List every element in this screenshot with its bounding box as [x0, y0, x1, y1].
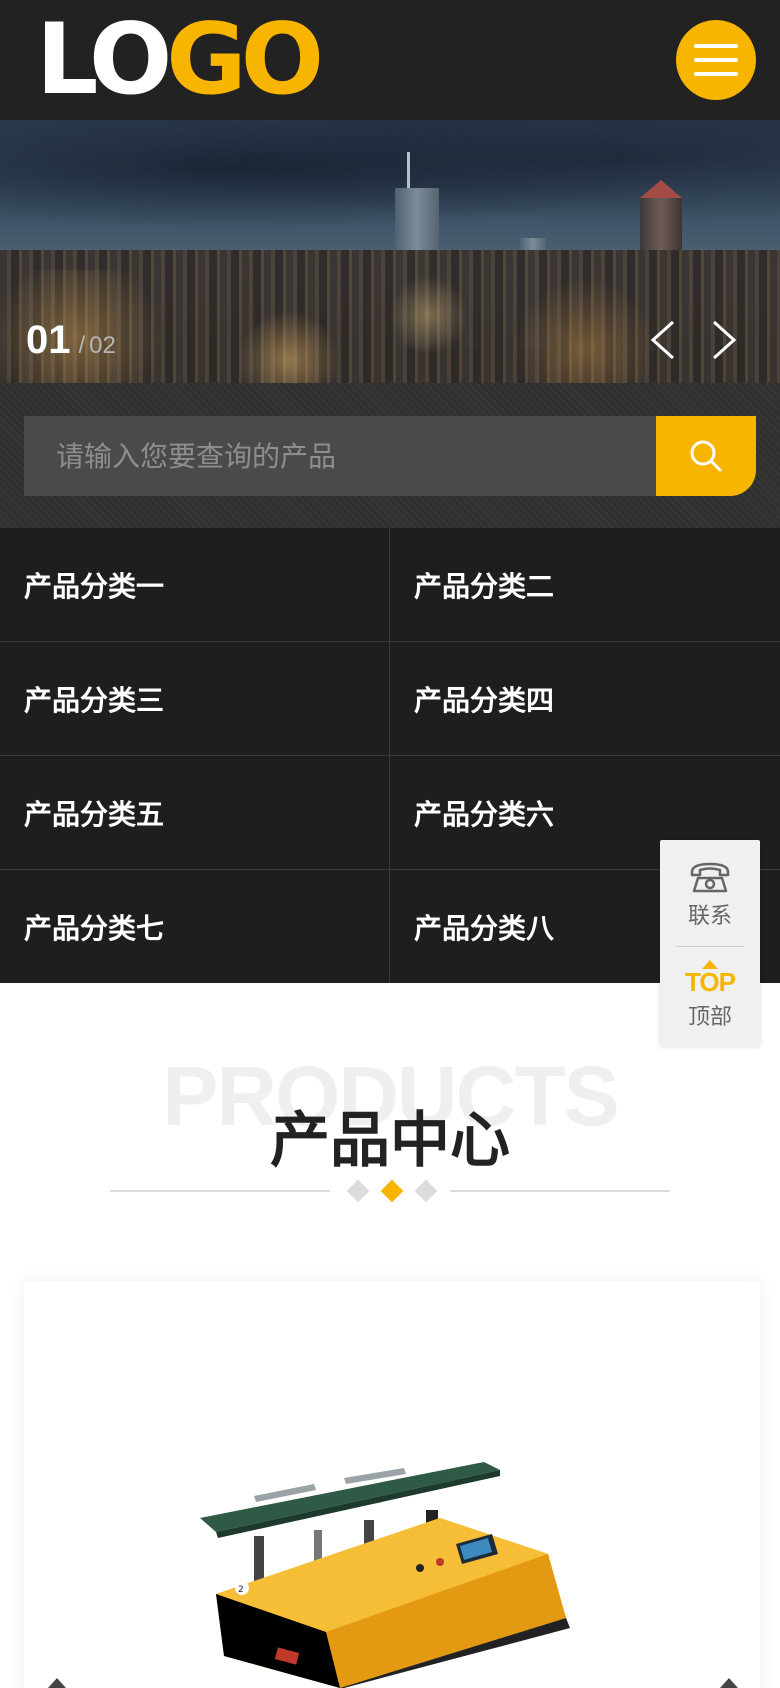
carousel-prev-icon[interactable]: [48, 1678, 66, 1688]
logo-part-1: LO: [36, 3, 172, 117]
category-item[interactable]: 产品分类五: [0, 756, 390, 870]
svg-text:2: 2: [238, 1585, 244, 1595]
category-item[interactable]: 产品分类三: [0, 642, 390, 756]
chevron-left-icon: [650, 320, 675, 360]
slide-counter: 01 / 02: [26, 318, 116, 363]
carousel-next-icon[interactable]: [720, 1678, 738, 1688]
total-slides: 02: [89, 332, 116, 359]
top-label: 顶部: [687, 1005, 732, 1030]
side-float-widget: 联系 TOP 顶部: [660, 840, 760, 1047]
category-item[interactable]: 产品分类一: [0, 528, 390, 642]
product-image: 2: [200, 1462, 570, 1688]
category-item[interactable]: 产品分类四: [390, 642, 780, 756]
search-bar: [0, 383, 780, 528]
telephone-icon: [690, 862, 730, 893]
top-text: TOP: [685, 967, 736, 997]
site-header: LO GO: [0, 0, 780, 120]
hamburger-menu-icon: [694, 44, 738, 48]
chevron-right-icon: [712, 320, 737, 360]
slide-separator: /: [78, 332, 86, 359]
search-button[interactable]: [656, 416, 756, 496]
logo-part-2: GO: [166, 3, 324, 117]
search-icon: [690, 440, 722, 472]
category-item[interactable]: 产品分类二: [390, 528, 780, 642]
banner-next-button[interactable]: [706, 318, 742, 362]
site-logo[interactable]: LO GO: [36, 3, 324, 117]
category-item[interactable]: 产品分类七: [0, 870, 390, 983]
back-to-top-button[interactable]: TOP 顶部: [660, 950, 760, 1047]
banner-prev-button[interactable]: [645, 318, 681, 362]
current-slide: 01: [26, 318, 71, 362]
menu-button[interactable]: [676, 20, 756, 100]
title-decoration: [110, 1178, 670, 1204]
section-title: 产品中心: [270, 1106, 510, 1176]
contact-label: 联系: [687, 904, 732, 929]
search-input[interactable]: [24, 416, 657, 496]
contact-button[interactable]: 联系: [660, 840, 760, 946]
